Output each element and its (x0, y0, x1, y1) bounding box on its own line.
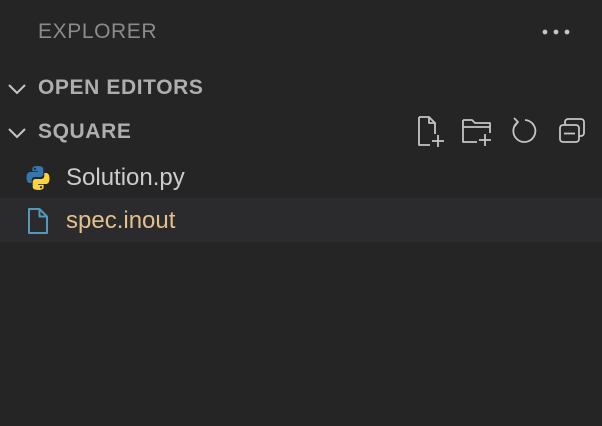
more-actions-button[interactable] (538, 21, 574, 43)
file-name-spec-inout: spec.inout (66, 207, 176, 234)
explorer-panel: EXPLORER OPEN EDITORS SQUARE Solution.py… (0, 0, 602, 426)
open-editors-section-header[interactable]: OPEN EDITORS (0, 68, 602, 108)
chevron-down-icon (6, 122, 28, 144)
new-file-icon (414, 114, 448, 148)
python-file-icon (24, 164, 52, 192)
explorer-header: EXPLORER (0, 0, 602, 62)
new-folder-icon (460, 114, 494, 148)
new-file-button[interactable] (414, 114, 448, 148)
square-section-header[interactable]: SQUARE (0, 112, 602, 152)
explorer-actions (410, 112, 596, 152)
square-folder-label: SQUARE (38, 120, 132, 143)
new-folder-button[interactable] (460, 114, 494, 148)
collapse-all-button[interactable] (556, 114, 590, 148)
refresh-icon (508, 114, 542, 148)
refresh-button[interactable] (508, 114, 542, 148)
ellipsis-icon (538, 21, 574, 43)
open-editors-label: OPEN EDITORS (38, 76, 204, 99)
explorer-title: EXPLORER (38, 20, 158, 43)
file-name-solution-py: Solution.py (66, 164, 185, 191)
file-icon (24, 207, 52, 235)
chevron-down-icon (6, 78, 28, 100)
file-item-spec-inout[interactable]: spec.inout (0, 198, 602, 242)
file-item-solution-py[interactable]: Solution.py (0, 155, 602, 199)
collapse-all-icon (556, 114, 590, 148)
